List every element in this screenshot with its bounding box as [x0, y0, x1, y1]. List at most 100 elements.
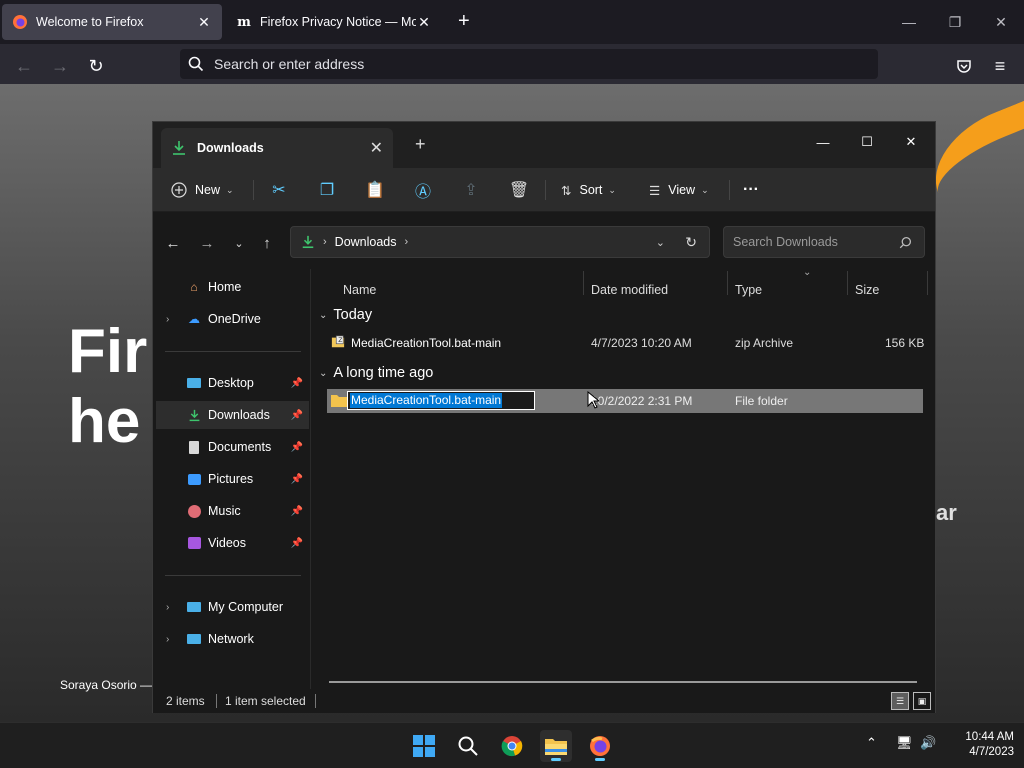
file-size: 156 KB	[885, 336, 925, 350]
menu-icon[interactable]: ≡	[986, 52, 1014, 80]
zip-icon: Z	[331, 335, 345, 352]
nav-item-network[interactable]: › Network	[156, 625, 309, 653]
restore-icon[interactable]: ❐	[932, 0, 978, 44]
forward-icon[interactable]: →	[46, 52, 74, 80]
file-row[interactable]: Z MediaCreationTool.bat-main 4/7/2023 10…	[327, 331, 925, 355]
rename-input[interactable]: MediaCreationTool.bat-main	[347, 391, 535, 410]
chevron-right-icon[interactable]: ›	[405, 236, 409, 248]
nav-item-music[interactable]: Music 📌	[156, 497, 309, 525]
system-clock[interactable]: 10:44 AM 4/7/2023	[944, 730, 1014, 760]
recent-locations-icon[interactable]: ⌄	[227, 231, 251, 255]
file-explorer-icon[interactable]	[540, 730, 572, 762]
search-icon[interactable]	[452, 730, 484, 762]
expand-icon[interactable]: ›	[166, 634, 169, 645]
sort-label: Sort	[579, 183, 603, 197]
pin-icon[interactable]: 📌	[291, 442, 303, 453]
page-hero-text: Fir	[68, 317, 148, 386]
pin-icon[interactable]: 📌	[291, 410, 303, 421]
pin-icon[interactable]: 📌	[291, 538, 303, 549]
close-tab-icon[interactable]: ✕	[370, 138, 383, 158]
new-label: New	[195, 183, 221, 197]
show-hidden-icons[interactable]: ⌃	[866, 735, 877, 751]
nav-item-my-computer[interactable]: › My Computer	[156, 593, 309, 621]
address-bar[interactable]: › Downloads › ⌄ ↻	[290, 226, 710, 258]
expand-icon[interactable]: ›	[166, 602, 169, 613]
pocket-icon[interactable]	[950, 52, 978, 80]
minimize-icon[interactable]: —	[886, 0, 932, 44]
delete-icon[interactable]: 🗑	[505, 176, 533, 204]
close-tab-icon[interactable]: ✕	[416, 14, 432, 31]
toolbar-divider	[545, 180, 546, 200]
refresh-icon[interactable]: ↻	[685, 234, 697, 251]
column-divider[interactable]	[727, 271, 728, 295]
chevron-down-icon: ⌄	[226, 184, 234, 195]
nav-item-home[interactable]: ⌂ Home	[156, 273, 309, 301]
maximize-icon[interactable]: ☐	[845, 128, 889, 156]
explorer-tab-title: Downloads	[197, 141, 264, 155]
column-divider[interactable]	[927, 271, 928, 295]
column-divider[interactable]	[583, 271, 584, 295]
page-hero-text: he	[68, 387, 141, 456]
view-icon: ☰	[649, 183, 661, 198]
sort-button[interactable]: ⇅ Sort ⌄	[561, 176, 616, 204]
reload-icon[interactable]: ↻	[82, 52, 110, 80]
tiles-view-icon[interactable]: ▣	[913, 692, 931, 710]
expand-icon[interactable]: ›	[166, 314, 169, 325]
network-status-icon[interactable]: 🖥	[896, 735, 913, 751]
photo-credit: Soraya Osorio —	[60, 678, 153, 692]
column-header-type[interactable]: Type	[735, 283, 762, 297]
column-header-name[interactable]: Name	[343, 283, 376, 297]
item-count: 2 items	[166, 694, 205, 708]
column-header-size[interactable]: Size	[855, 283, 879, 297]
explorer-tab[interactable]: Downloads ✕	[161, 128, 393, 168]
breadcrumb-downloads[interactable]: Downloads	[335, 235, 397, 249]
more-options-icon[interactable]: ···	[743, 176, 759, 204]
copy-icon[interactable]: ❐	[313, 176, 341, 204]
close-window-icon[interactable]: ✕	[978, 0, 1024, 44]
group-header-today[interactable]: ⌄ Today	[319, 307, 372, 323]
new-tab-button[interactable]: +	[415, 134, 426, 155]
nav-item-onedrive[interactable]: › ☁ OneDrive	[156, 305, 309, 333]
nav-item-desktop[interactable]: Desktop 📌	[156, 369, 309, 397]
nav-item-videos[interactable]: Videos 📌	[156, 529, 309, 557]
minimize-icon[interactable]: —	[801, 128, 845, 156]
new-tab-button[interactable]: +	[458, 10, 470, 33]
firefox-icon[interactable]	[584, 730, 616, 762]
chrome-icon[interactable]	[496, 730, 528, 762]
new-button[interactable]: New ⌄	[171, 176, 234, 204]
column-divider[interactable]	[847, 271, 848, 295]
browser-tab-welcome[interactable]: Welcome to Firefox ✕	[2, 4, 222, 40]
rename-icon[interactable]: Ⓐ	[409, 176, 437, 204]
view-button[interactable]: ☰ View ⌄	[649, 176, 709, 204]
browser-tab-privacy[interactable]: m Firefox Privacy Notice — Mozill ✕	[226, 4, 442, 40]
up-icon[interactable]: ↑	[255, 231, 279, 255]
file-row-selected[interactable]: MediaCreationTool.bat-main 10/2/2022 2:3…	[327, 389, 923, 413]
pin-icon[interactable]: 📌	[291, 506, 303, 517]
column-header-date[interactable]: Date modified	[591, 283, 668, 297]
pin-icon[interactable]: 📌	[291, 378, 303, 389]
forward-icon[interactable]: →	[195, 231, 219, 255]
back-icon[interactable]: ←	[10, 52, 38, 80]
close-tab-icon[interactable]: ✕	[196, 14, 212, 31]
close-window-icon[interactable]: ✕	[889, 128, 933, 156]
group-header-long-ago[interactable]: ⌄ A long time ago	[319, 365, 433, 381]
nav-item-downloads[interactable]: Downloads 📌	[156, 401, 309, 429]
nav-divider	[165, 351, 301, 352]
share-icon[interactable]: ⇪	[457, 176, 485, 204]
paste-icon[interactable]: 📋	[361, 176, 389, 204]
volume-icon[interactable]: 🔊	[920, 735, 936, 751]
nav-item-documents[interactable]: Documents 📌	[156, 433, 309, 461]
toolbar-divider	[253, 180, 254, 200]
search-input[interactable]: Search Downloads	[723, 226, 925, 258]
url-bar[interactable]: Search or enter address	[180, 49, 878, 79]
details-view-icon[interactable]: ☰	[891, 692, 909, 710]
horizontal-scrollbar[interactable]	[329, 681, 917, 683]
pin-icon[interactable]: 📌	[291, 474, 303, 485]
nav-item-pictures[interactable]: Pictures 📌	[156, 465, 309, 493]
page-side-text: ar	[936, 500, 957, 525]
browser-tab-bar: Welcome to Firefox ✕ m Firefox Privacy N…	[0, 0, 1024, 44]
address-dropdown-icon[interactable]: ⌄	[656, 236, 665, 249]
back-icon[interactable]: ←	[161, 231, 185, 255]
start-icon[interactable]	[408, 730, 440, 762]
cut-icon[interactable]: ✂	[265, 176, 293, 204]
